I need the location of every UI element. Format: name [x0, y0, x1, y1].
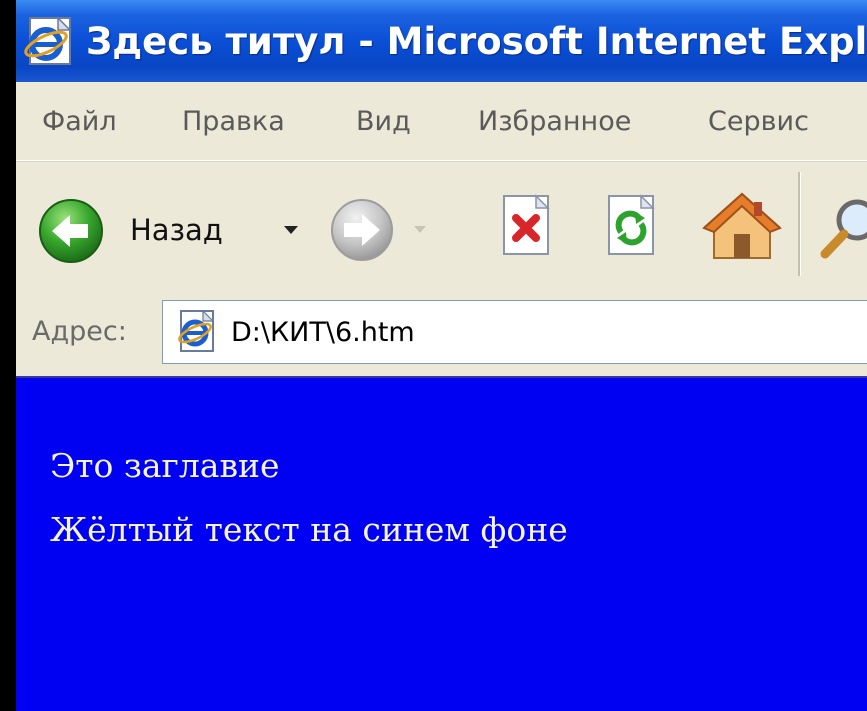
page-heading: Это заглавие — [50, 446, 280, 485]
home-icon — [700, 192, 784, 268]
menu-item-edit[interactable]: Правка — [182, 102, 285, 142]
window-title: Здесь титул - Microsoft Internet Explore… — [86, 20, 867, 63]
menu-item-view[interactable]: Вид — [356, 102, 411, 142]
menu-bar: Файл Правка Вид Избранное Сервис — [16, 82, 867, 161]
back-button[interactable]: Назад — [38, 194, 314, 266]
address-value: D:\КИТ\6.htm — [231, 317, 415, 348]
forward-button[interactable] — [330, 198, 430, 264]
address-label: Адрес: — [32, 316, 127, 347]
toolbar-separator — [798, 172, 801, 276]
forward-arrow-icon — [330, 198, 394, 262]
search-button[interactable] — [813, 192, 867, 268]
back-arrow-icon — [38, 198, 104, 264]
menu-item-file[interactable]: Файл — [42, 102, 117, 142]
page-content: Это заглавие Жёлтый текст на синем фоне — [16, 376, 867, 711]
ie-page-icon — [173, 309, 221, 355]
address-input[interactable]: D:\КИТ\6.htm — [162, 300, 867, 364]
ie-page-icon — [18, 14, 84, 68]
toolbar: Назад — [16, 161, 867, 291]
menu-item-tools[interactable]: Сервис — [708, 102, 809, 142]
back-button-label: Назад — [130, 213, 223, 247]
forward-dropdown-arrow-icon[interactable] — [414, 226, 426, 233]
back-dropdown-arrow-icon[interactable] — [284, 226, 298, 234]
browser-window: Здесь титул - Microsoft Internet Explore… — [16, 0, 867, 711]
menu-item-favorites[interactable]: Избранное — [478, 102, 631, 142]
refresh-icon — [603, 194, 663, 266]
address-bar: Адрес: D:\КИТ\6.htm — [16, 290, 867, 374]
refresh-button[interactable] — [603, 192, 663, 262]
stop-icon — [498, 194, 558, 266]
title-bar[interactable]: Здесь титул - Microsoft Internet Explore… — [16, 0, 867, 82]
home-button[interactable] — [700, 188, 784, 264]
page-body-text: Жёлтый текст на синем фоне — [50, 510, 568, 549]
search-icon — [813, 199, 867, 272]
stop-button[interactable] — [498, 192, 558, 262]
